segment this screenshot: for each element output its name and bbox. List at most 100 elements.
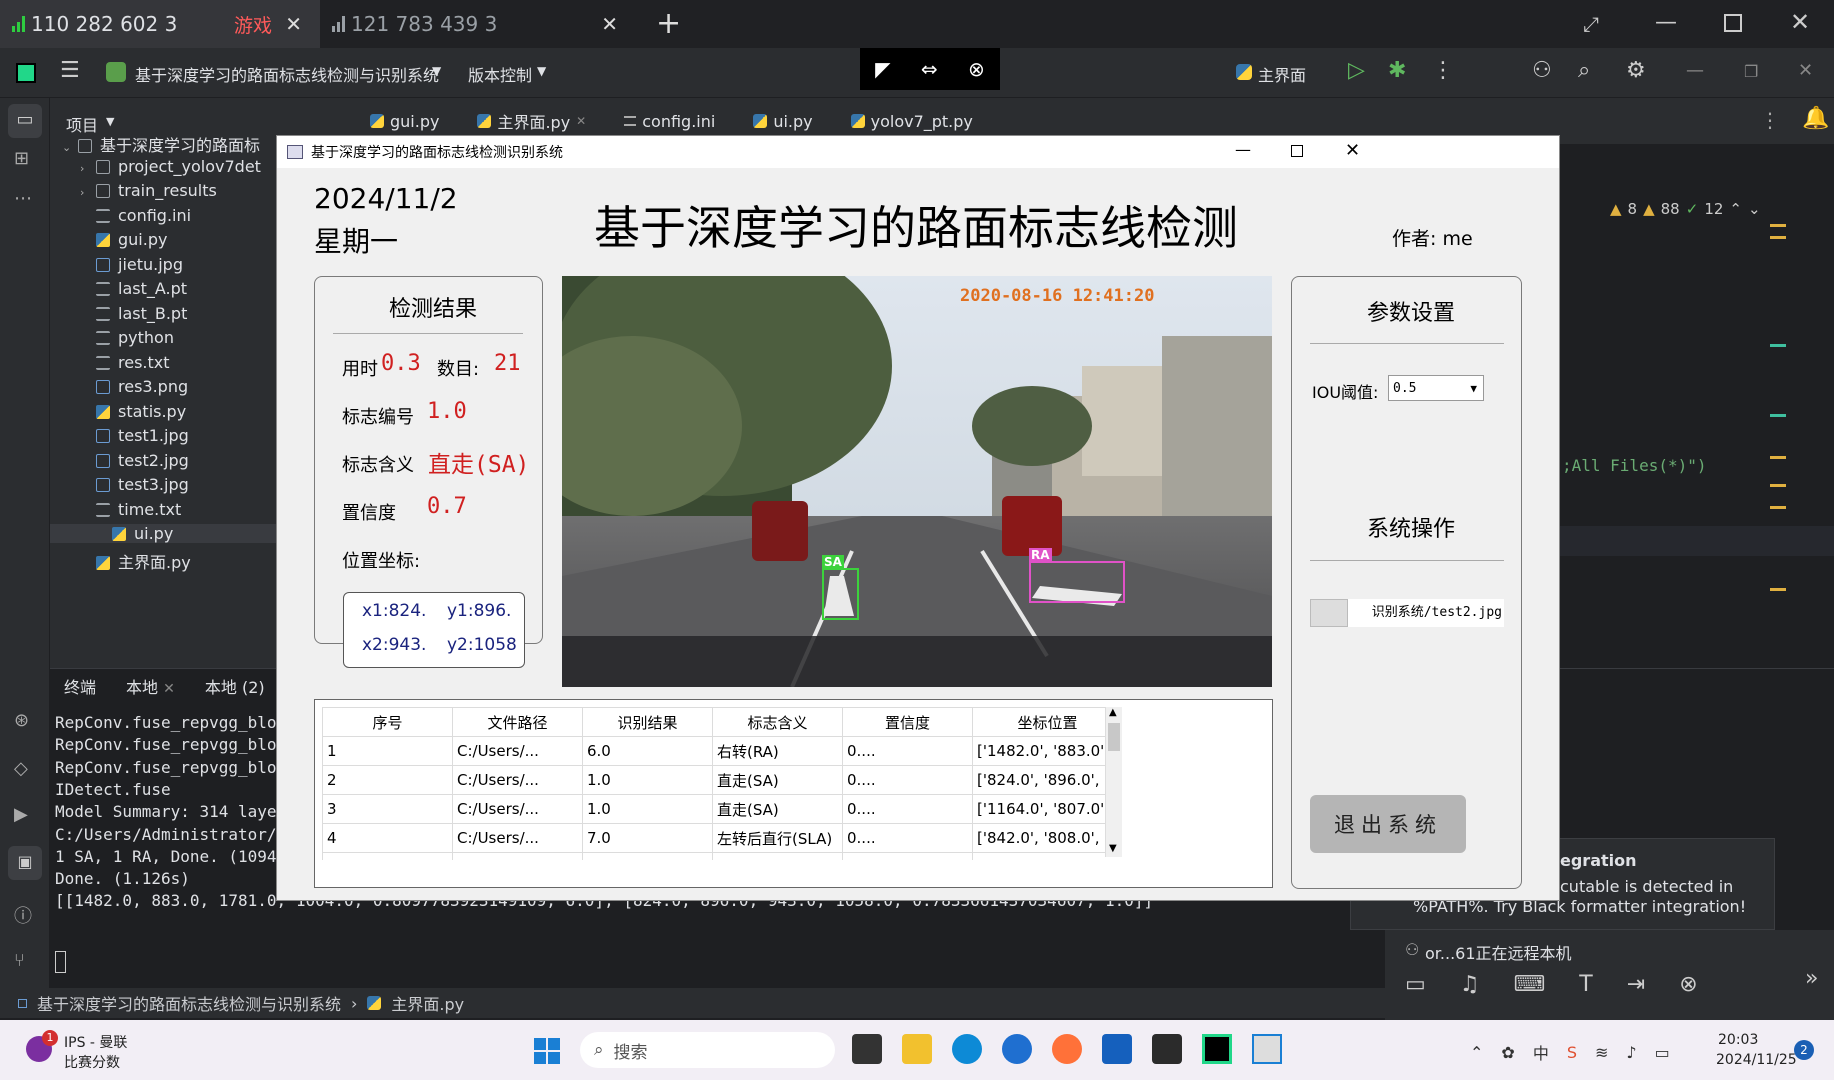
minimize-icon[interactable]: — bbox=[1686, 60, 1704, 81]
search-icon[interactable]: ⌕ bbox=[1578, 58, 1590, 83]
close-icon[interactable]: ✕ bbox=[576, 114, 586, 128]
send-icon[interactable]: ◤ bbox=[875, 57, 890, 81]
chevron-right-icon[interactable]: › bbox=[80, 186, 96, 199]
notifications-icon[interactable]: 🔔 bbox=[1802, 106, 1829, 131]
terminal-tab-title[interactable]: 终端 bbox=[64, 674, 96, 698]
app-icon[interactable] bbox=[1002, 1034, 1032, 1064]
table-header[interactable]: 标志含义 bbox=[712, 707, 843, 737]
main-menu-icon[interactable]: ☰ bbox=[60, 58, 80, 83]
python-console-icon[interactable]: ⊛ bbox=[14, 710, 29, 731]
structure-icon[interactable]: ⊞ bbox=[14, 148, 29, 169]
more-icon[interactable]: ⋯ bbox=[14, 188, 32, 209]
search-box[interactable]: ⌕ 搜索 bbox=[580, 1032, 835, 1068]
chat-icon[interactable]: ▭ bbox=[1405, 972, 1426, 997]
services-icon[interactable]: ▶ bbox=[14, 804, 28, 825]
table-header[interactable]: 序号 bbox=[322, 707, 453, 737]
user-icon[interactable]: ⚇ bbox=[1532, 58, 1552, 83]
store-icon[interactable] bbox=[1102, 1034, 1132, 1064]
table-header[interactable]: 坐标位置 bbox=[972, 707, 1122, 737]
layers-icon[interactable]: ◇ bbox=[14, 758, 28, 779]
close-icon[interactable]: ✕ bbox=[1798, 60, 1813, 81]
wifi-icon[interactable]: ≋ bbox=[1595, 1043, 1608, 1062]
git-icon[interactable]: ⑂ bbox=[14, 950, 25, 971]
table-scrollbar[interactable]: ▲ ▼ bbox=[1105, 707, 1122, 857]
clock-date[interactable]: 2024/11/25 bbox=[1716, 1052, 1797, 1068]
maximize-icon[interactable] bbox=[1291, 145, 1303, 157]
file-explorer-icon[interactable] bbox=[902, 1034, 932, 1064]
editor-tab[interactable]: 主界面.py ✕ bbox=[477, 109, 586, 133]
table-header[interactable]: 文件路径 bbox=[452, 707, 583, 737]
chevron-up-icon[interactable]: ⌃ bbox=[1470, 1043, 1483, 1062]
firefox-icon[interactable] bbox=[1052, 1034, 1082, 1064]
exit-button[interactable]: 退出系统 bbox=[1310, 795, 1466, 853]
table-row[interactable]: 4 C:/Users/... 7.0 左转后直行(SLA) 0.... ['842.0',… bbox=[322, 823, 1122, 853]
chevron-down-icon[interactable]: ⌄ bbox=[1748, 200, 1761, 218]
notification-count[interactable]: 2 bbox=[1794, 1040, 1814, 1060]
resize-icon[interactable]: ⇔ bbox=[921, 57, 938, 81]
close-icon[interactable]: ✕ bbox=[601, 12, 618, 36]
chevron-down-icon[interactable]: ▼ bbox=[106, 115, 114, 128]
more-icon[interactable]: ⋮ bbox=[1432, 58, 1454, 83]
chevron-down-icon[interactable]: ⌄ bbox=[62, 141, 78, 154]
table-row[interactable]: 3 C:/Users/... 1.0 直走(SA) 0.... ['1164.0', '8… bbox=[322, 794, 1122, 824]
battery-icon[interactable]: ▭ bbox=[1655, 1043, 1670, 1062]
scroll-thumb[interactable] bbox=[1108, 723, 1120, 751]
problems-icon[interactable]: ⓘ bbox=[14, 902, 32, 928]
chevron-up-icon[interactable]: ⌃ bbox=[1729, 200, 1742, 218]
chevron-right-icon[interactable]: › bbox=[80, 162, 96, 175]
scroll-up-icon[interactable]: ▲ bbox=[1109, 707, 1117, 718]
pycharm-icon[interactable] bbox=[1202, 1034, 1232, 1064]
minimize-icon[interactable]: — bbox=[1655, 10, 1677, 35]
clock-time[interactable]: 20:03 bbox=[1718, 1032, 1758, 1048]
debug-icon[interactable]: ✱ bbox=[1388, 58, 1406, 83]
file-path-input[interactable]: 识别系统/test2.jpg bbox=[1348, 599, 1504, 627]
keyboard-icon[interactable]: ⌨ bbox=[1514, 972, 1546, 997]
editor-tab[interactable]: config.ini bbox=[624, 112, 715, 131]
iou-select[interactable]: 0.5 ▼ bbox=[1388, 375, 1484, 401]
terminal-app-icon[interactable] bbox=[1152, 1034, 1182, 1064]
close-icon[interactable]: ✕ bbox=[1345, 140, 1360, 161]
run-icon[interactable]: ▷ bbox=[1348, 58, 1365, 83]
project-name[interactable]: 基于深度学习的路面标志线检测与识别系统 bbox=[135, 62, 439, 86]
volume-icon[interactable]: ♪ bbox=[1626, 1043, 1636, 1062]
microphone-icon[interactable]: ♫ bbox=[1460, 972, 1480, 997]
chevron-down-icon[interactable]: ▼ bbox=[432, 64, 441, 78]
editor-tab[interactable]: ui.py bbox=[753, 112, 813, 131]
results-table[interactable]: 序号 文件路径 识别结果 标志含义 置信度 坐标位置 1 C:/Users/... 6.0 右转… bbox=[322, 707, 1122, 860]
text-icon[interactable]: T bbox=[1579, 972, 1592, 997]
python-app-icon[interactable] bbox=[1252, 1034, 1282, 1064]
add-tab-icon[interactable]: + bbox=[656, 6, 681, 41]
terminal-tab-local2[interactable]: 本地 (2) bbox=[205, 674, 265, 698]
close-icon[interactable]: ⊗ bbox=[968, 57, 985, 81]
chevron-down-icon[interactable]: ▼ bbox=[537, 64, 546, 78]
edge-icon[interactable] bbox=[952, 1034, 982, 1064]
folder-icon[interactable]: ▭ bbox=[8, 104, 42, 138]
widget-title[interactable]: IPS - 曼联 bbox=[64, 1032, 127, 1052]
restore-icon[interactable]: ❐ bbox=[1744, 62, 1758, 81]
table-row[interactable]: 2 C:/Users/... 1.0 直走(SA) 0.... ['824.0', '89… bbox=[322, 765, 1122, 795]
table-row[interactable]: 1 C:/Users/... 6.0 右转(RA) 0.... ['1482.0', '8… bbox=[322, 736, 1122, 766]
table-row[interactable]: 5C:/Users/...1.0直走(SA)0....['384.0', '37… bbox=[322, 852, 1122, 860]
editor-tab[interactable]: yolov7_pt.py bbox=[850, 112, 973, 131]
terminal-cursor[interactable] bbox=[55, 951, 66, 973]
table-header[interactable]: 识别结果 bbox=[582, 707, 713, 737]
input-method-icon[interactable]: 中 bbox=[1533, 1040, 1549, 1064]
inspection-widget[interactable]: ▲ 8 ▲ 88 ✓ 12 ⌃ ⌄ bbox=[1610, 200, 1761, 218]
remote-tab-1[interactable]: 110 282 602 3 游戏 ✕ bbox=[0, 0, 320, 48]
maximize-icon[interactable] bbox=[1724, 14, 1742, 32]
run-config-selector[interactable]: 主界面 bbox=[1258, 62, 1306, 86]
gear-icon[interactable]: ⚙ bbox=[1626, 58, 1646, 83]
tray-app2-icon[interactable]: S bbox=[1567, 1043, 1577, 1062]
task-view-icon[interactable] bbox=[852, 1034, 882, 1064]
table-header[interactable]: 置信度 bbox=[842, 707, 973, 737]
close-icon[interactable]: ⊗ bbox=[1679, 972, 1697, 997]
scroll-down-icon[interactable]: ▼ bbox=[1109, 843, 1117, 854]
close-window-icon[interactable]: ✕ bbox=[1790, 8, 1810, 36]
fullscreen-icon[interactable]: ⤢ bbox=[1583, 12, 1599, 36]
breadcrumb-project[interactable]: 基于深度学习的路面标志线检测与识别系统 bbox=[37, 991, 341, 1015]
file-select-button[interactable] bbox=[1310, 599, 1348, 627]
close-icon[interactable]: ✕ bbox=[285, 12, 302, 36]
more-icon[interactable]: ⋮ bbox=[1760, 108, 1780, 132]
vcs-menu[interactable]: 版本控制 bbox=[468, 62, 532, 86]
terminal-icon[interactable]: ▣ bbox=[8, 846, 42, 880]
